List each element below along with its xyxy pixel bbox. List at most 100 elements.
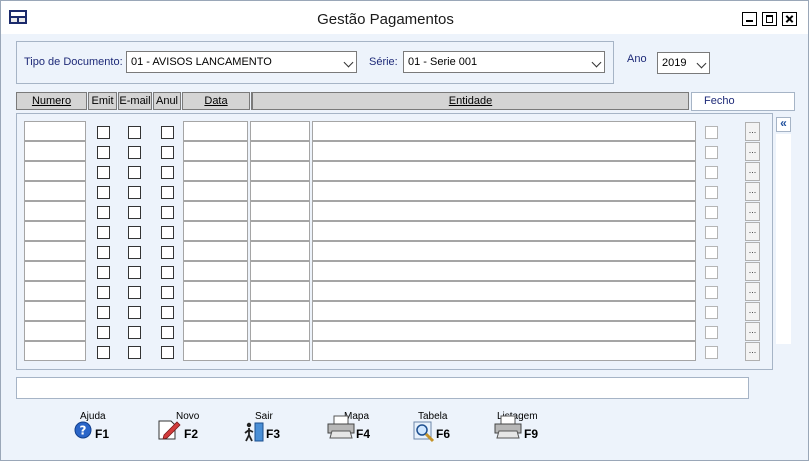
emit-checkbox[interactable] [97, 246, 110, 259]
more-button[interactable]: ... [745, 242, 760, 261]
numero-cell[interactable] [24, 321, 86, 341]
fecho-checkbox[interactable] [705, 126, 718, 139]
maximize-button[interactable] [762, 12, 777, 26]
more-button[interactable]: ... [745, 322, 760, 341]
emit-checkbox[interactable] [97, 146, 110, 159]
anul-checkbox[interactable] [161, 186, 174, 199]
document-type-select[interactable]: 01 - AVISOS LANCAMENTO [126, 51, 357, 73]
data-cell[interactable] [183, 201, 248, 221]
column-header-email[interactable]: E-mail [118, 92, 152, 110]
emit-checkbox[interactable] [97, 126, 110, 139]
fecho-checkbox[interactable] [705, 286, 718, 299]
data-cell[interactable] [183, 261, 248, 281]
entidade-cell[interactable] [312, 181, 696, 201]
emit-checkbox[interactable] [97, 206, 110, 219]
fecho-checkbox[interactable] [705, 206, 718, 219]
column-header-numero[interactable]: Numero [16, 92, 87, 110]
entidade-cell[interactable] [312, 281, 696, 301]
fecho-checkbox[interactable] [705, 226, 718, 239]
date-cell[interactable] [250, 121, 310, 141]
data-cell[interactable] [183, 181, 248, 201]
fecho-checkbox[interactable] [705, 146, 718, 159]
entidade-cell[interactable] [312, 121, 696, 141]
email-checkbox[interactable] [128, 126, 141, 139]
vertical-scrollbar[interactable] [776, 134, 791, 344]
email-checkbox[interactable] [128, 186, 141, 199]
numero-cell[interactable] [24, 221, 86, 241]
numero-cell[interactable] [24, 241, 86, 261]
anul-checkbox[interactable] [161, 326, 174, 339]
entidade-cell[interactable] [312, 161, 696, 181]
emit-checkbox[interactable] [97, 186, 110, 199]
more-button[interactable]: ... [745, 202, 760, 221]
numero-cell[interactable] [24, 301, 86, 321]
numero-cell[interactable] [24, 341, 86, 361]
data-cell[interactable] [183, 301, 248, 321]
numero-cell[interactable] [24, 141, 86, 161]
help-f1-button[interactable]: Ajuda ? F1 [73, 409, 123, 447]
date-cell[interactable] [250, 341, 310, 361]
serie-select[interactable]: 01 - Serie 001 [403, 51, 605, 73]
emit-checkbox[interactable] [97, 306, 110, 319]
data-cell[interactable] [183, 341, 248, 361]
more-button[interactable]: ... [745, 142, 760, 161]
anul-checkbox[interactable] [161, 226, 174, 239]
email-checkbox[interactable] [128, 266, 141, 279]
date-cell[interactable] [250, 261, 310, 281]
anul-checkbox[interactable] [161, 306, 174, 319]
date-cell[interactable] [250, 201, 310, 221]
more-button[interactable]: ... [745, 222, 760, 241]
emit-checkbox[interactable] [97, 286, 110, 299]
numero-cell[interactable] [24, 161, 86, 181]
column-header-emit[interactable]: Emit [88, 92, 117, 110]
entidade-cell[interactable] [312, 301, 696, 321]
date-cell[interactable] [250, 181, 310, 201]
email-checkbox[interactable] [128, 166, 141, 179]
minimize-button[interactable] [742, 12, 757, 26]
table-f6-button[interactable]: Tabela F6 [413, 409, 463, 447]
anul-checkbox[interactable] [161, 286, 174, 299]
anul-checkbox[interactable] [161, 346, 174, 359]
data-cell[interactable] [183, 241, 248, 261]
entidade-cell[interactable] [312, 261, 696, 281]
more-button[interactable]: ... [745, 282, 760, 301]
more-button[interactable]: ... [745, 122, 760, 141]
fecho-checkbox[interactable] [705, 186, 718, 199]
collapse-panel-button[interactable]: « [776, 117, 791, 132]
data-cell[interactable] [183, 141, 248, 161]
email-checkbox[interactable] [128, 146, 141, 159]
numero-cell[interactable] [24, 261, 86, 281]
entidade-cell[interactable] [312, 221, 696, 241]
anul-checkbox[interactable] [161, 146, 174, 159]
new-f2-button[interactable]: Novo F2 [156, 409, 206, 447]
entidade-cell[interactable] [312, 201, 696, 221]
anul-checkbox[interactable] [161, 206, 174, 219]
anul-checkbox[interactable] [161, 166, 174, 179]
fecho-checkbox[interactable] [705, 306, 718, 319]
email-checkbox[interactable] [128, 306, 141, 319]
emit-checkbox[interactable] [97, 326, 110, 339]
email-checkbox[interactable] [128, 326, 141, 339]
exit-f3-button[interactable]: Sair F3 [243, 409, 293, 447]
fecho-checkbox[interactable] [705, 266, 718, 279]
entidade-cell[interactable] [312, 321, 696, 341]
data-cell[interactable] [183, 321, 248, 341]
numero-cell[interactable] [24, 201, 86, 221]
entidade-cell[interactable] [312, 141, 696, 161]
more-button[interactable]: ... [745, 302, 760, 321]
email-checkbox[interactable] [128, 226, 141, 239]
anul-checkbox[interactable] [161, 266, 174, 279]
email-checkbox[interactable] [128, 346, 141, 359]
more-button[interactable]: ... [745, 262, 760, 281]
data-cell[interactable] [183, 161, 248, 181]
numero-cell[interactable] [24, 121, 86, 141]
column-header-anul[interactable]: Anul [153, 92, 181, 110]
emit-checkbox[interactable] [97, 166, 110, 179]
year-select[interactable]: 2019 [657, 52, 710, 74]
date-cell[interactable] [250, 221, 310, 241]
column-header-data[interactable]: Data [182, 92, 250, 110]
fecho-checkbox[interactable] [705, 246, 718, 259]
date-cell[interactable] [250, 301, 310, 321]
email-checkbox[interactable] [128, 286, 141, 299]
date-cell[interactable] [250, 281, 310, 301]
